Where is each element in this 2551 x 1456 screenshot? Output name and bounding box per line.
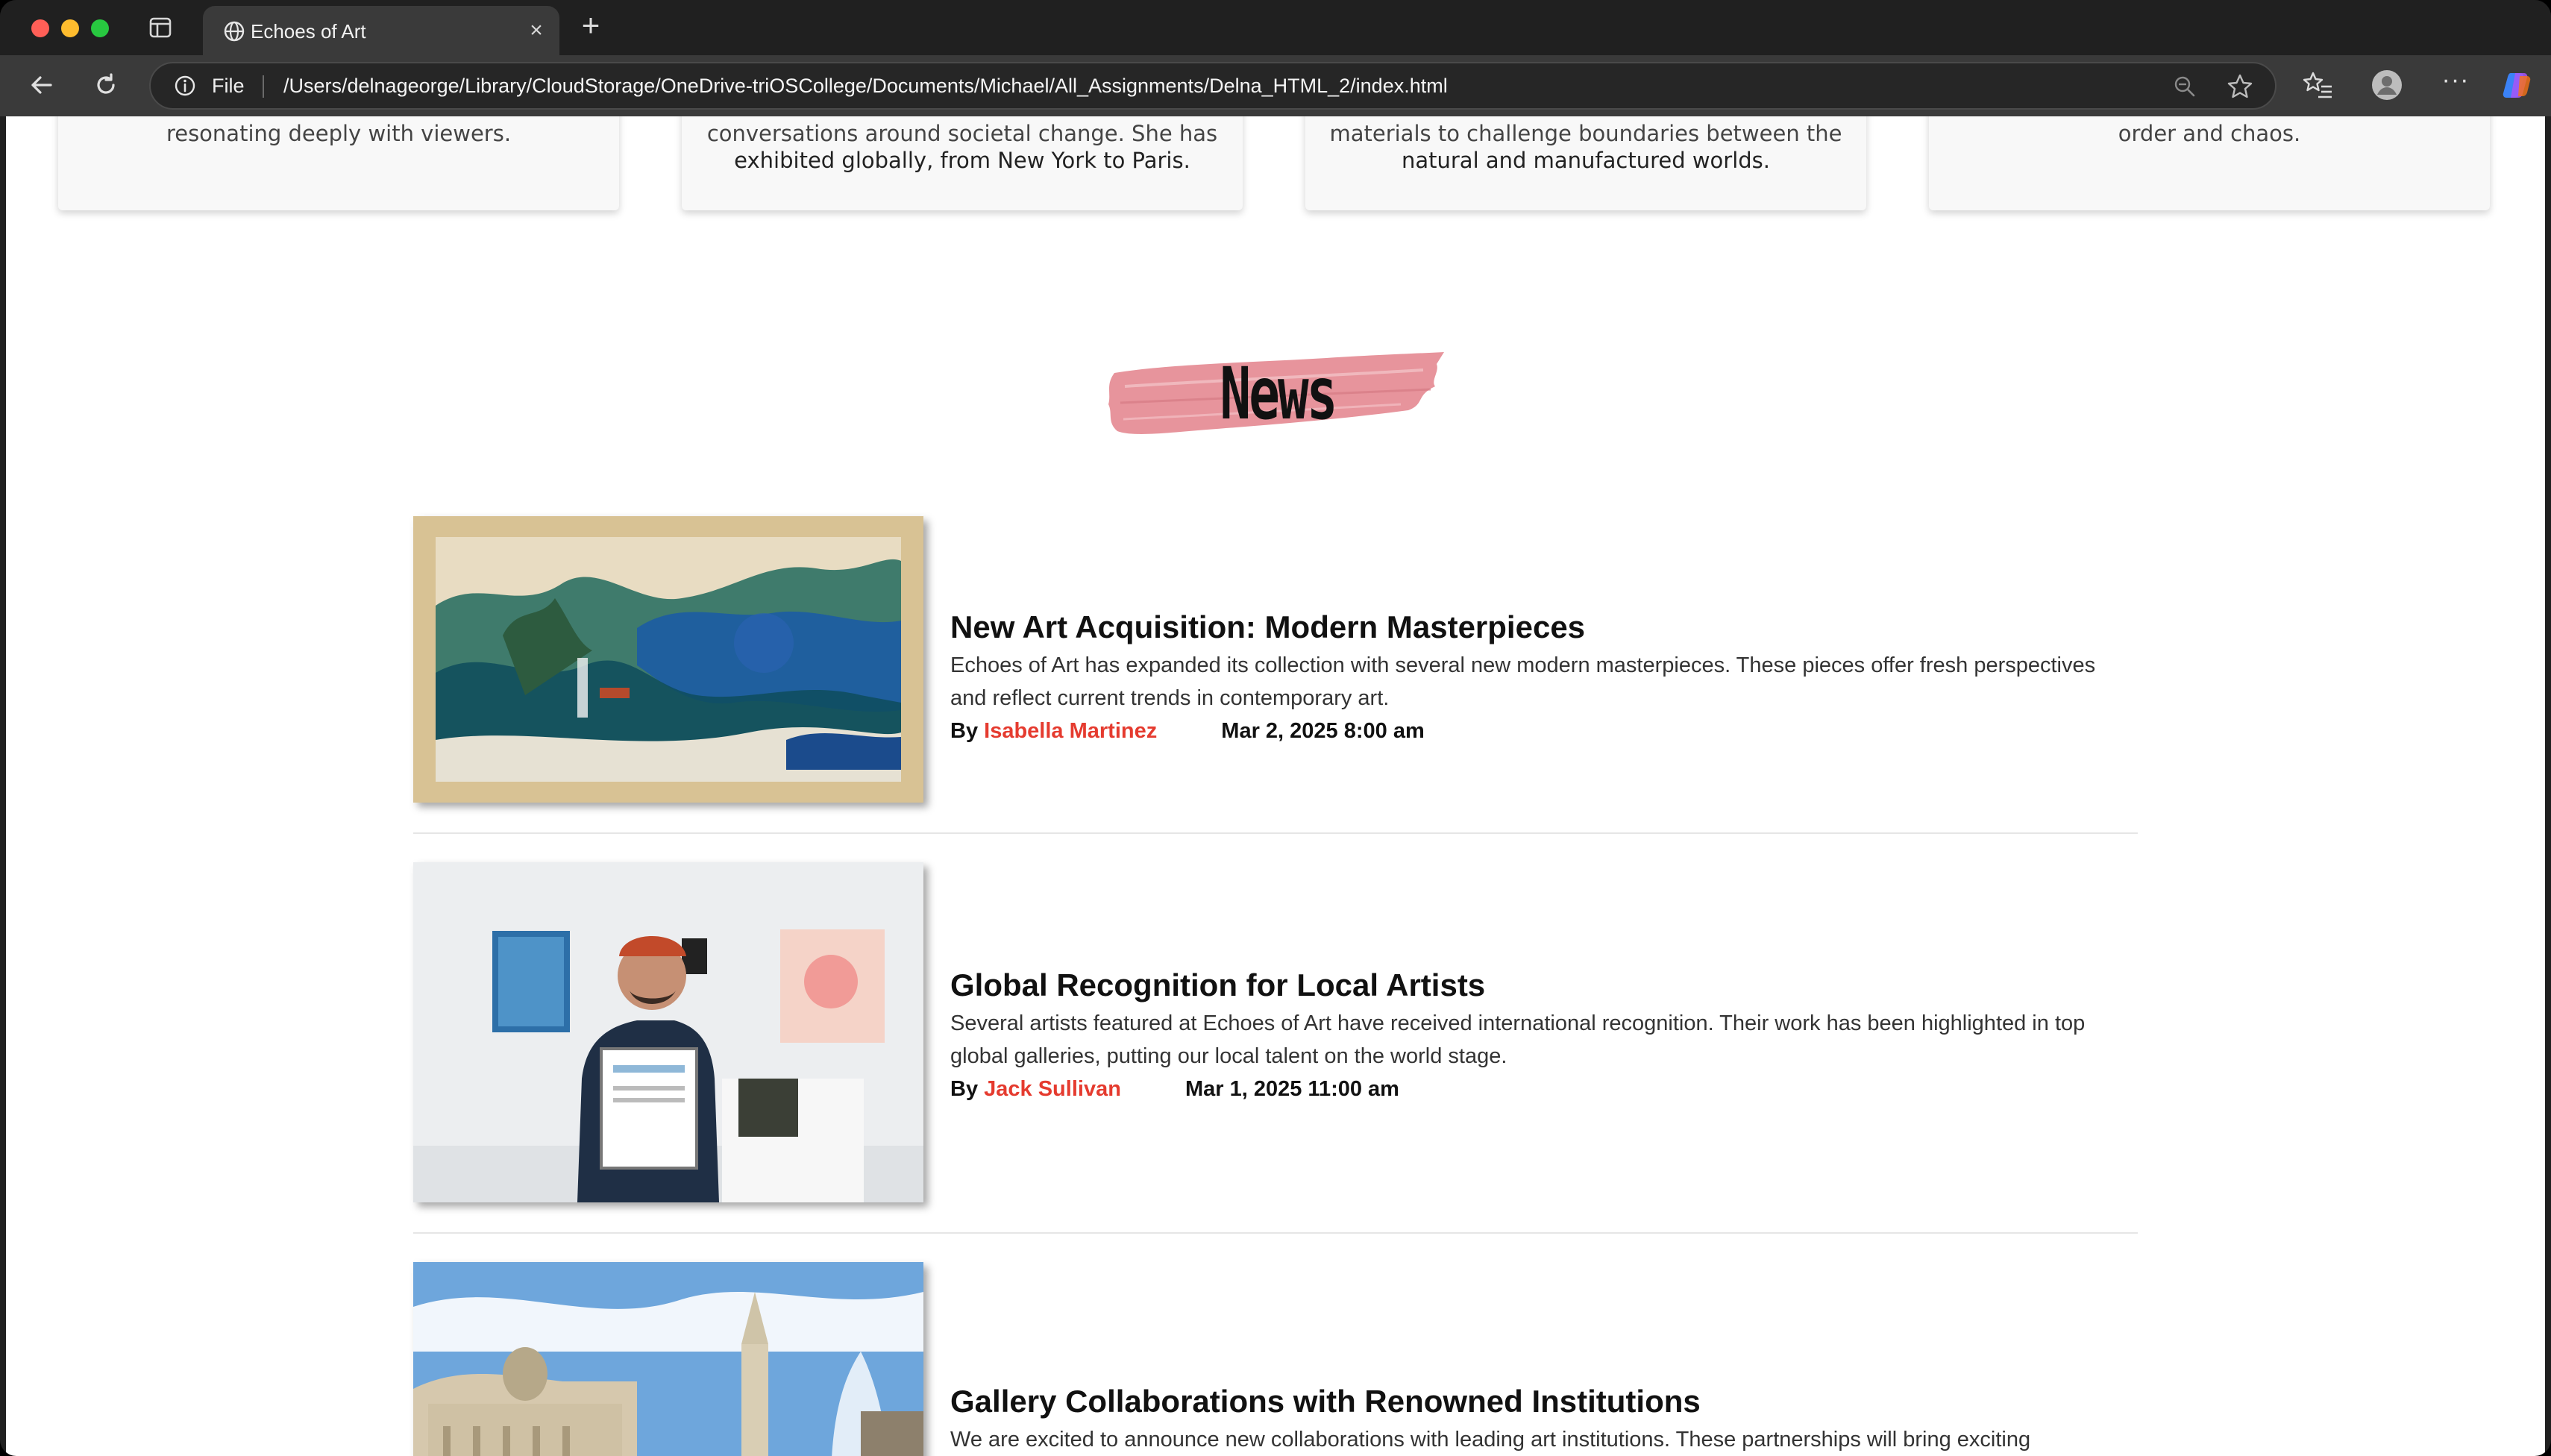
artist-with-certificate-image[interactable] bbox=[413, 862, 923, 1202]
close-tab-icon[interactable]: × bbox=[524, 18, 549, 43]
by-label: By bbox=[950, 719, 979, 743]
browser-window: Echoes of Art × + File /Users/delnageorg… bbox=[0, 0, 2551, 1456]
author-link[interactable]: Jack Sullivan bbox=[984, 1077, 1121, 1101]
artist-card-text: order and chaos. bbox=[2118, 121, 2301, 146]
article-date: Mar 1, 2025 11:00 am bbox=[1184, 1077, 1399, 1101]
page-viewport: resonating deeply with viewers. conversa… bbox=[6, 116, 2545, 1456]
url-text[interactable]: /Users/delnageorge/Library/CloudStorage/… bbox=[283, 63, 1448, 108]
news-section-heading: News bbox=[1102, 342, 1453, 446]
author-link[interactable]: Isabella Martinez bbox=[984, 719, 1157, 743]
globe-icon bbox=[222, 19, 246, 43]
artist-card-text: conversations around societal change. Sh… bbox=[706, 121, 1218, 146]
artist-card-text: resonating deeply with viewers. bbox=[166, 121, 512, 146]
artist-card: materials to challenge boundaries betwee… bbox=[1305, 116, 1866, 210]
article-date: Mar 2, 2025 8:00 am bbox=[1221, 719, 1425, 743]
article-text: Gallery Collaborations with Renowned Ins… bbox=[950, 1383, 2136, 1456]
more-options-icon[interactable]: ··· bbox=[2439, 67, 2472, 101]
minimize-window-button[interactable] bbox=[61, 19, 79, 37]
address-bar[interactable]: File /Users/delnageorge/Library/CloudSto… bbox=[149, 62, 2277, 110]
zoom-out-icon[interactable] bbox=[2172, 74, 2197, 99]
trafalgar-square-gallery-image[interactable] bbox=[413, 1262, 923, 1456]
article-meta: By Jack Sullivan Mar 1, 2025 11:00 am bbox=[950, 1073, 2136, 1105]
article-title[interactable]: New Art Acquisition: Modern Masterpieces bbox=[950, 609, 2136, 646]
artist-card: resonating deeply with viewers. bbox=[58, 116, 619, 210]
tab-title: Echoes of Art bbox=[251, 20, 366, 43]
back-arrow-icon[interactable] bbox=[25, 69, 58, 101]
artist-card-text: natural and manufactured worlds. bbox=[1401, 148, 1771, 173]
artist-card-text: materials to challenge boundaries betwee… bbox=[1329, 121, 1842, 146]
address-scheme-label: File bbox=[212, 75, 245, 97]
by-label: By bbox=[950, 1077, 979, 1101]
article-text: New Art Acquisition: Modern Masterpieces… bbox=[950, 609, 2136, 747]
artist-card-text: exhibited globally, from New York to Par… bbox=[734, 148, 1190, 173]
news-heading-text: News bbox=[1220, 352, 1338, 436]
article-divider bbox=[413, 832, 2138, 834]
reload-icon[interactable] bbox=[90, 69, 122, 101]
article-meta: By Isabella Martinez Mar 2, 2025 8:00 am bbox=[950, 715, 2136, 747]
favorite-star-icon[interactable] bbox=[2226, 72, 2254, 101]
article-title[interactable]: Gallery Collaborations with Renowned Ins… bbox=[950, 1383, 2136, 1420]
article-summary: We are excited to announce new collabora… bbox=[950, 1428, 2031, 1452]
new-tab-button[interactable]: + bbox=[576, 10, 606, 41]
address-separator bbox=[263, 75, 264, 98]
favorites-list-icon[interactable] bbox=[2302, 69, 2335, 101]
artist-card: conversations around societal change. Sh… bbox=[682, 116, 1243, 210]
article-summary: Echoes of Art has expanded its collectio… bbox=[950, 653, 2096, 710]
tab-actions-icon[interactable] bbox=[148, 15, 173, 40]
close-window-button[interactable] bbox=[31, 19, 49, 37]
landscape-painting-image[interactable] bbox=[413, 516, 923, 803]
browser-toolbar: File /Users/delnageorge/Library/CloudSto… bbox=[0, 55, 2551, 116]
article-summary: Several artists featured at Echoes of Ar… bbox=[950, 1011, 2086, 1068]
article-divider bbox=[413, 1232, 2138, 1234]
copilot-icon[interactable] bbox=[2500, 69, 2533, 101]
tab-bar: Echoes of Art × + bbox=[0, 0, 2551, 55]
artist-card: order and chaos. bbox=[1929, 116, 2490, 210]
tab-echoes-of-art[interactable]: Echoes of Art × bbox=[203, 6, 559, 55]
site-info-icon[interactable] bbox=[173, 74, 197, 98]
profile-avatar-icon[interactable] bbox=[2370, 69, 2403, 101]
maximize-window-button[interactable] bbox=[91, 19, 109, 37]
article-title[interactable]: Global Recognition for Local Artists bbox=[950, 967, 2136, 1004]
article-text: Global Recognition for Local Artists Sev… bbox=[950, 967, 2136, 1105]
